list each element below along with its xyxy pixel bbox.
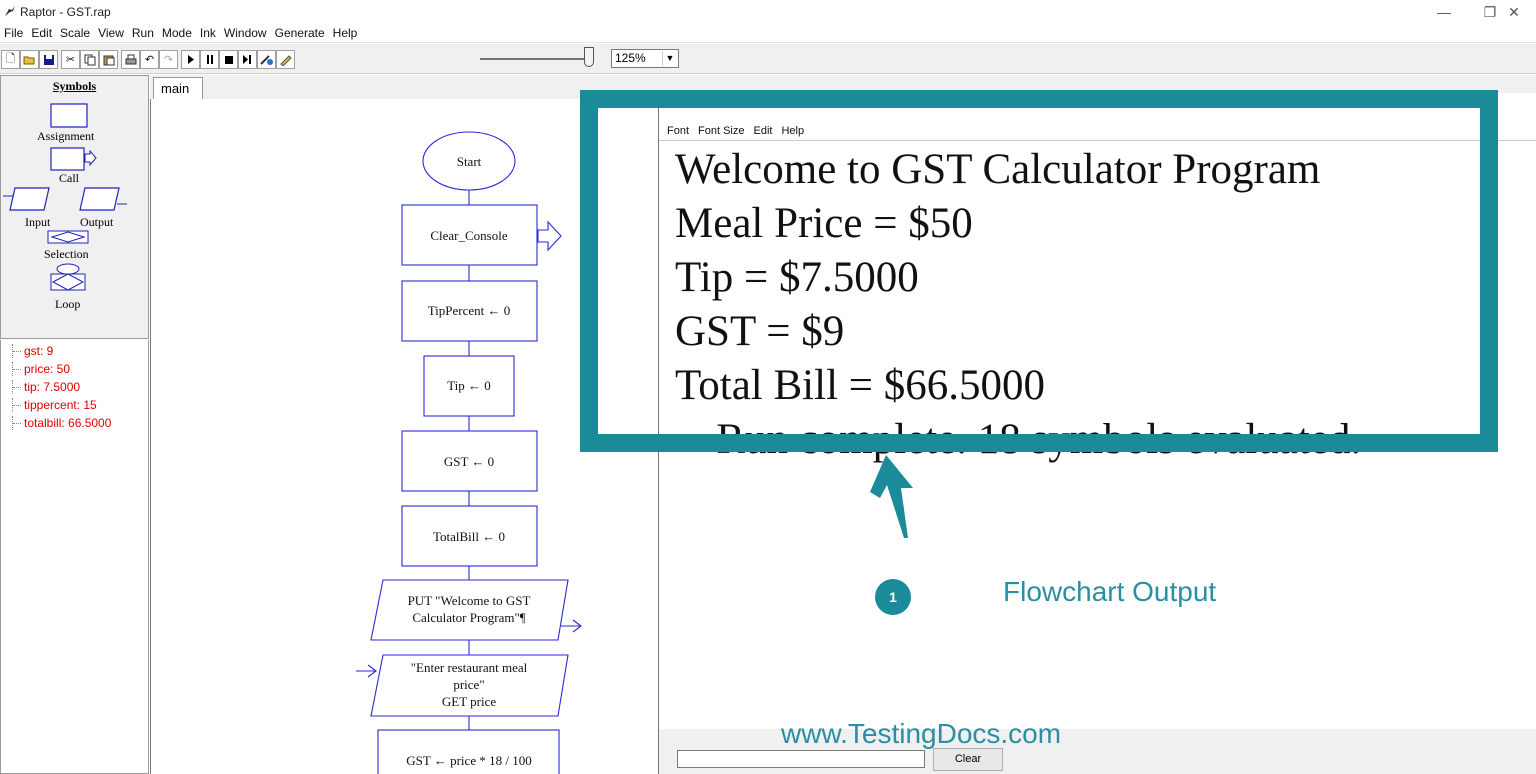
copy-icon[interactable]	[80, 50, 99, 69]
menu-view[interactable]: View	[94, 24, 128, 40]
step-icon[interactable]	[238, 50, 257, 69]
selection-symbol	[47, 230, 89, 244]
call-symbol	[50, 147, 85, 171]
breakpoint-icon[interactable]	[257, 50, 276, 69]
input-arrow-icon	[356, 664, 377, 678]
menu-edit[interactable]: Edit	[27, 24, 56, 40]
window-title: Raptor - GST.rap	[20, 5, 111, 19]
variables-panel: gst: 9 price: 50 tip: 7.5000 tippercent:…	[0, 340, 149, 774]
open-icon[interactable]	[20, 50, 39, 69]
menu-generate[interactable]: Generate	[271, 24, 329, 40]
assignment-label: Assignment	[37, 129, 95, 143]
stop-icon[interactable]	[219, 50, 238, 69]
cut-icon[interactable]: ✂	[61, 50, 80, 69]
call-arrow-icon	[84, 149, 97, 167]
menu-window[interactable]: Window	[220, 24, 271, 40]
input-label: Input	[25, 215, 51, 229]
output-symbol	[79, 187, 120, 211]
callout-label: Flowchart Output	[1003, 576, 1217, 607]
call-label: Call	[59, 171, 79, 185]
variable-price[interactable]: price: 50	[12, 362, 70, 376]
raptor-app-icon	[5, 6, 15, 16]
totalbill-text: TotalBill ← 0	[433, 529, 505, 544]
clear-button[interactable]: Clear	[933, 748, 1003, 771]
paste-icon[interactable]	[99, 50, 118, 69]
highlight-frame	[580, 90, 1498, 452]
output-arrow-icon	[561, 619, 582, 633]
close-button[interactable]: ✕	[1494, 2, 1534, 22]
assignment-symbol	[50, 103, 88, 128]
get-text-line2: price"	[453, 677, 484, 692]
input-symbol	[9, 187, 50, 211]
watermark-text: www.TestingDocs.com	[781, 718, 1062, 749]
zoom-slider-thumb[interactable]	[584, 47, 594, 67]
variable-tippercent[interactable]: tippercent: 15	[12, 398, 97, 412]
zoom-slider-track[interactable]	[480, 58, 590, 60]
menu-ink[interactable]: Ink	[196, 24, 220, 40]
symbols-palette: Symbols Assignment Call Input Output Sel…	[0, 75, 149, 339]
minimize-button[interactable]: —	[1424, 2, 1464, 22]
menu-scale[interactable]: Scale	[56, 24, 94, 40]
get-text-line3: GET price	[442, 694, 496, 709]
start-text: Start	[457, 154, 482, 169]
step-badge: 1	[875, 579, 911, 615]
loop-symbol	[50, 273, 86, 291]
chevron-down-icon[interactable]: ▼	[662, 51, 677, 66]
tab-main[interactable]: main	[153, 77, 203, 99]
zoom-value: 125%	[615, 51, 646, 65]
menu-bar: File Edit Scale View Run Mode Ink Window Generat…	[0, 24, 1536, 43]
menu-help[interactable]: Help	[329, 24, 362, 40]
print-icon[interactable]	[121, 50, 140, 69]
output-label: Output	[80, 215, 114, 229]
gst-text: GST ← 0	[444, 454, 494, 469]
variable-gst[interactable]: gst: 9	[12, 344, 53, 358]
tippercent-text: TipPercent ← 0	[428, 303, 511, 318]
pen-icon[interactable]	[276, 50, 295, 69]
call-arrow-icon	[537, 220, 562, 252]
tip-text: Tip ← 0	[447, 378, 491, 393]
title-bar: Raptor - GST.rap — ❐ ✕	[0, 0, 1536, 24]
toolbar: 🗋 ✂ ↶ ↷	[0, 44, 1536, 74]
menu-run[interactable]: Run	[128, 24, 158, 40]
zoom-select[interactable]: 125% ▼	[611, 49, 679, 68]
gst-calc-text: GST ← price * 18 / 100	[406, 753, 531, 768]
clear-console-text: Clear_Console	[430, 228, 507, 243]
menu-mode[interactable]: Mode	[158, 24, 196, 40]
save-icon[interactable]	[39, 50, 58, 69]
selection-label: Selection	[44, 247, 89, 261]
loop-label: Loop	[55, 297, 81, 311]
put-text-line2: Calculator Program"¶	[412, 610, 525, 625]
put-text-line1: PUT "Welcome to GST	[408, 593, 531, 608]
new-icon[interactable]: 🗋	[1, 50, 20, 69]
variable-tip[interactable]: tip: 7.5000	[12, 380, 80, 394]
get-text-line1: "Enter restaurant meal	[411, 660, 528, 675]
loop-symbol-top	[56, 263, 80, 275]
menu-file[interactable]: File	[0, 24, 27, 40]
console-command-input[interactable]	[677, 750, 925, 768]
undo-icon[interactable]: ↶	[140, 50, 159, 69]
pause-icon[interactable]	[200, 50, 219, 69]
play-icon[interactable]	[181, 50, 200, 69]
variable-totalbill[interactable]: totalbill: 66.5000	[12, 416, 111, 430]
redo-icon[interactable]: ↷	[159, 50, 178, 69]
